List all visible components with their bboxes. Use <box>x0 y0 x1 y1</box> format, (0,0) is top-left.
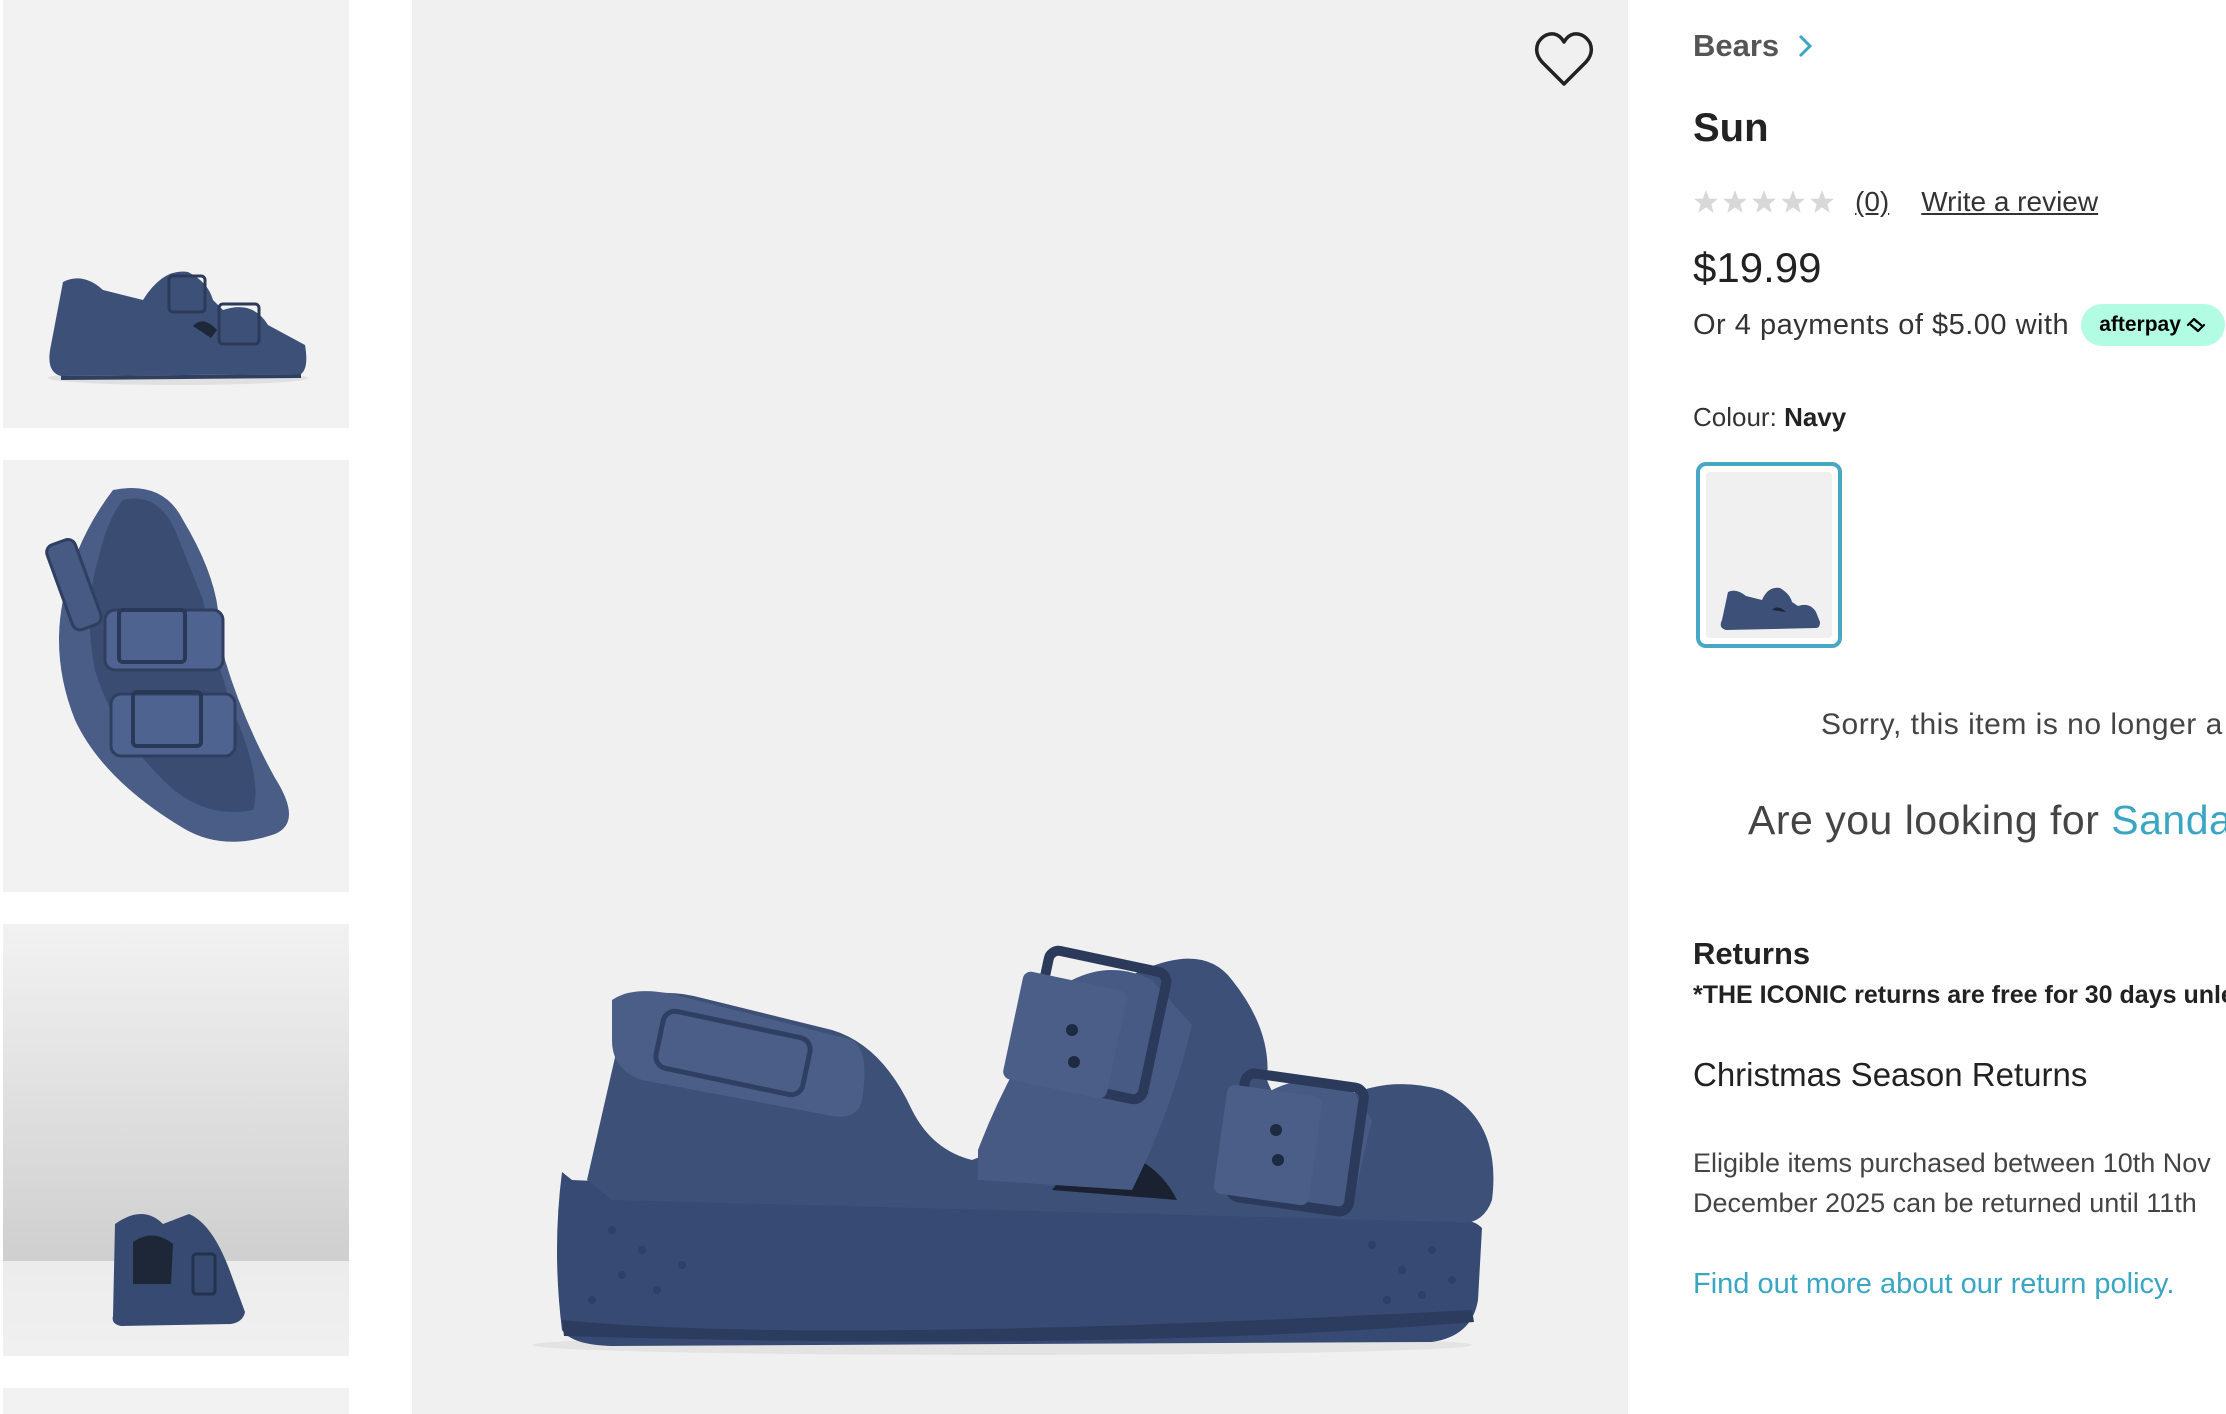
heart-outline-icon <box>1534 32 1594 86</box>
christmas-returns-heading: Christmas Season Returns <box>1693 1056 2088 1093</box>
star-empty-icon <box>1723 190 1747 213</box>
returns-heading: Returns <box>1693 936 1811 971</box>
star-empty-icon <box>1781 190 1805 213</box>
review-count-link[interactable]: (0) <box>1855 186 1889 218</box>
eligible-items-text-line2: December 2025 can be returned until 11th <box>1693 1188 2197 1218</box>
swatch-sandal-image <box>1720 587 1820 630</box>
write-review-link[interactable]: Write a review <box>1921 186 2098 218</box>
unavailable-message: Sorry, this item is no longer a <box>1821 708 2223 741</box>
thumbnail-sandal-image <box>3 924 349 1356</box>
afterpay-info: Or 4 payments of $5.00 with afterpay <box>1693 304 2225 346</box>
swatch-image <box>1706 472 1832 638</box>
thumbnail-rear-view[interactable] <box>3 924 349 1356</box>
product-title: Sun <box>1693 106 1769 150</box>
star-empty-icon <box>1810 190 1834 213</box>
thumbnail-sandal-image <box>48 271 308 385</box>
thumbnail-side-view[interactable] <box>3 0 349 428</box>
wishlist-heart-icon[interactable] <box>1532 28 1596 92</box>
colour-label: Colour: Navy <box>1693 402 1846 433</box>
breadcrumb-brand-link[interactable]: Bears <box>1693 28 1779 64</box>
star-empty-icon <box>1752 190 1776 213</box>
breadcrumb: Bears <box>1693 28 1813 64</box>
main-product-image <box>412 0 1628 1414</box>
afterpay-arrows-icon <box>2186 317 2205 333</box>
chevron-right-icon <box>1799 34 1813 58</box>
thumbnail-sandal-image <box>45 488 289 842</box>
thumbnail-partial-next[interactable] <box>3 1388 349 1414</box>
rating-stars <box>1693 189 1835 215</box>
afterpay-text: Or 4 payments of $5.00 with <box>1693 308 2070 341</box>
colour-swatch-navy[interactable] <box>1696 462 1842 648</box>
looking-for-category-link[interactable]: Sanda <box>2111 797 2226 843</box>
product-info-panel: Bears Sun (0) Write a review $19.99 Or 4… <box>1693 0 2226 1414</box>
product-rating: (0) Write a review <box>1693 186 2098 218</box>
thumbnail-top-angle-view[interactable] <box>3 460 349 892</box>
sandal-illustration <box>532 945 1494 1355</box>
colour-value: Navy <box>1784 402 1847 432</box>
returns-policy-text: *THE ICONIC returns are free for 30 days… <box>1693 981 2226 1009</box>
thumbnail-gallery <box>0 0 350 1414</box>
looking-for-suggestion: Are you looking for Sanda <box>1748 797 2226 844</box>
looking-for-text: Are you looking for <box>1748 797 2112 843</box>
return-policy-link[interactable]: Find out more about our return policy. <box>1693 1268 2174 1301</box>
afterpay-badge[interactable]: afterpay <box>2081 304 2225 346</box>
star-empty-icon <box>1694 190 1718 213</box>
product-price: $19.99 <box>1693 244 1822 291</box>
colour-label-text: Colour: <box>1693 402 1777 432</box>
afterpay-badge-label: afterpay <box>2099 313 2181 336</box>
eligible-items-text-line1: Eligible items purchased between 10th No… <box>1693 1148 2211 1178</box>
